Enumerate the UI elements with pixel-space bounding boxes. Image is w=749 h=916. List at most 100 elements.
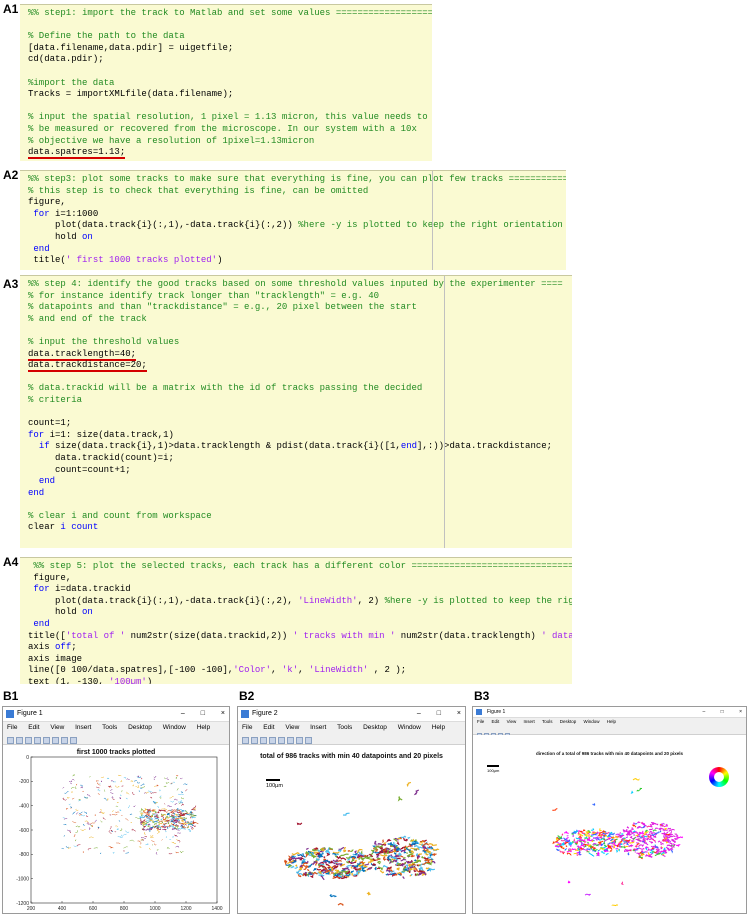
menu-file[interactable]: File (7, 724, 17, 731)
pointer-icon[interactable] (61, 737, 68, 744)
maximize-icon[interactable]: □ (201, 710, 205, 717)
menu-window[interactable]: Window (584, 719, 600, 724)
code-line[interactable]: title(['total of ' num2str(size(data.tra… (28, 631, 572, 643)
menu-help[interactable]: Help (607, 719, 616, 724)
code-line[interactable]: plot(data.track{i}(:,1),-data.track{i}(:… (28, 220, 566, 232)
menu-window[interactable]: Window (163, 724, 186, 731)
maximize-icon[interactable]: □ (437, 710, 441, 717)
menu-view[interactable]: View (507, 719, 517, 724)
code-line[interactable]: %% step3: plot some tracks to make sure … (28, 174, 566, 186)
menu-edit[interactable]: Edit (263, 724, 274, 731)
figure-window-b3[interactable]: Figure 1 – □ × File Edit View Insert Too… (472, 706, 747, 914)
code-line[interactable]: for i=1: size(data.track,1) (28, 430, 572, 442)
code-line[interactable]: % input the spatial resolution, 1 pixel … (28, 112, 432, 124)
code-line[interactable]: %import the data (28, 78, 432, 90)
code-line[interactable]: title(' first 1000 tracks plotted') (28, 255, 566, 267)
code-line[interactable] (28, 499, 572, 511)
close-icon[interactable]: × (221, 710, 225, 717)
code-line[interactable]: line([0 100/data.spatres],[-100 -100],'C… (28, 665, 572, 677)
code-line[interactable]: % data.trackid will be a matrix with the… (28, 383, 572, 395)
menu-help[interactable]: Help (432, 724, 445, 731)
print-icon[interactable] (269, 737, 276, 744)
menu-tools[interactable]: Tools (102, 724, 117, 731)
code-line[interactable] (28, 66, 432, 78)
code-line[interactable]: plot(data.track{i}(:,1),-data.track{i}(:… (28, 596, 572, 608)
code-line[interactable]: % be measured or recovered from the micr… (28, 124, 432, 136)
menu-file[interactable]: File (477, 719, 484, 724)
code-line[interactable]: %% step1: import the track to Matlab and… (28, 8, 432, 20)
code-line[interactable]: figure, (28, 197, 566, 209)
code-line[interactable]: % criteria (28, 395, 572, 407)
figure-window-b1[interactable]: Figure 1 – □ × File Edit View Insert Too… (2, 706, 230, 914)
figure-canvas[interactable]: first 1000 tracks plotted 200 400 600 800 10… (3, 745, 229, 913)
code-line[interactable]: Tracks = importXMLfile(data.filename); (28, 89, 432, 101)
menu-desktop[interactable]: Desktop (560, 719, 577, 724)
code-line[interactable]: cd(data.pdir); (28, 54, 432, 66)
close-icon[interactable]: × (739, 709, 742, 715)
code-line[interactable]: for i=data.trackid (28, 584, 572, 596)
code-line[interactable]: hold on (28, 232, 566, 244)
code-line[interactable]: data.trackid(count)=i; (28, 453, 572, 465)
menu-insert[interactable]: Insert (310, 724, 326, 731)
figure-canvas[interactable]: total of 986 tracks with min 40 datapoin… (238, 745, 465, 913)
close-icon[interactable]: × (457, 710, 461, 717)
menu-tools[interactable]: Tools (542, 719, 553, 724)
code-line[interactable]: axis image (28, 654, 572, 666)
code-line[interactable]: figure, (28, 573, 572, 585)
code-editor-step3[interactable]: %% step3: plot some tracks to make sure … (20, 170, 566, 270)
code-line[interactable]: count=count+1; (28, 465, 572, 477)
open-icon[interactable] (251, 737, 258, 744)
code-line[interactable]: end (28, 619, 572, 631)
menu-desktop[interactable]: Desktop (363, 724, 387, 731)
code-line[interactable]: axis off; (28, 642, 572, 654)
save-icon[interactable] (25, 737, 32, 744)
code-line[interactable]: % clear i and count from workspace (28, 511, 572, 523)
edit-plot-icon[interactable] (305, 737, 312, 744)
code-line[interactable]: % datapoints and than "trackdistance" = … (28, 302, 572, 314)
code-line[interactable]: end (28, 244, 566, 256)
code-line[interactable]: %% step 4: identify the good tracks base… (28, 279, 572, 291)
code-line[interactable]: data.trackdistance=20; (28, 360, 572, 373)
colorbar-icon[interactable] (43, 737, 50, 744)
code-line[interactable] (28, 101, 432, 113)
menu-tools[interactable]: Tools (337, 724, 352, 731)
code-line[interactable]: % for instance identify track longer tha… (28, 291, 572, 303)
menu-edit[interactable]: Edit (492, 719, 500, 724)
minimize-icon[interactable]: – (702, 709, 705, 715)
menu-help[interactable]: Help (197, 724, 210, 731)
code-editor-step4[interactable]: %% step 4: identify the good tracks base… (20, 275, 572, 548)
new-figure-icon[interactable] (7, 737, 14, 744)
colorbar-icon[interactable] (278, 737, 285, 744)
code-line[interactable] (28, 407, 572, 419)
code-editor-step5[interactable]: %% step 5: plot the selected tracks, eac… (20, 557, 572, 684)
code-line[interactable]: data.tracklength=40; (28, 348, 572, 361)
open-icon[interactable] (16, 737, 23, 744)
minimize-icon[interactable]: – (181, 710, 185, 717)
edit-plot-icon[interactable] (70, 737, 77, 744)
code-line[interactable]: % input the threshold values (28, 337, 572, 349)
code-line[interactable]: % Define the path to the data (28, 31, 432, 43)
menu-insert[interactable]: Insert (524, 719, 535, 724)
figure-window-b2[interactable]: Figure 2 – □ × File Edit View Insert Too… (237, 706, 466, 914)
menu-insert[interactable]: Insert (75, 724, 91, 731)
figure-canvas[interactable]: direction of a total of 986 tracks with … (473, 735, 746, 913)
minimize-icon[interactable]: – (417, 710, 421, 717)
menu-view[interactable]: View (50, 724, 64, 731)
menu-window[interactable]: Window (398, 724, 421, 731)
code-line[interactable]: end (28, 476, 572, 488)
menu-file[interactable]: File (242, 724, 252, 731)
code-line[interactable]: % this step is to check that everything … (28, 186, 566, 198)
maximize-icon[interactable]: □ (721, 709, 724, 715)
code-line[interactable] (28, 325, 572, 337)
code-line[interactable] (28, 20, 432, 32)
code-line[interactable]: %% step 5: plot the selected tracks, eac… (28, 561, 572, 573)
print-icon[interactable] (34, 737, 41, 744)
code-line[interactable]: for i=1:1000 (28, 209, 566, 221)
code-line[interactable]: % objective we have a resolution of 1pix… (28, 136, 432, 148)
code-line[interactable]: data.spatres=1.13; (28, 147, 432, 160)
menu-view[interactable]: View (285, 724, 299, 731)
menu-edit[interactable]: Edit (28, 724, 39, 731)
code-line[interactable]: % and end of the track (28, 314, 572, 326)
pointer-icon[interactable] (296, 737, 303, 744)
code-line[interactable] (28, 372, 572, 384)
